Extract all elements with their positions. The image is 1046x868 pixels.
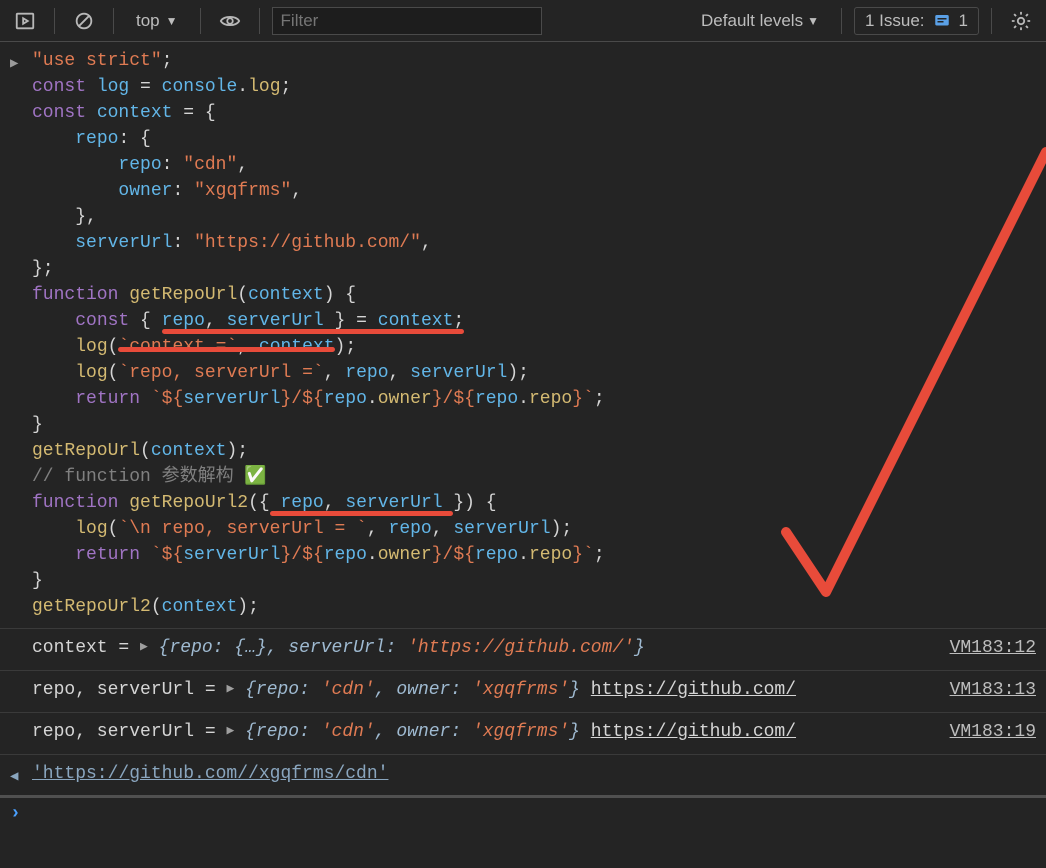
url-link[interactable]: https://github.com/ bbox=[591, 680, 796, 700]
disclosure-triangle-icon[interactable]: ▶ bbox=[226, 718, 234, 744]
issues-label: 1 Issue: bbox=[865, 11, 925, 31]
issue-icon bbox=[933, 12, 951, 30]
clear-console-button[interactable] bbox=[67, 6, 101, 36]
filter-container bbox=[272, 7, 542, 35]
console-log-row: VM183:13 repo, serverUrl = ▶ {repo: 'cdn… bbox=[0, 671, 1046, 713]
context-selector-label: top bbox=[136, 11, 160, 31]
source-link[interactable]: VM183:12 bbox=[950, 635, 1036, 661]
console-return-row: 'https://github.com//xgqfrms/cdn' bbox=[0, 755, 1046, 798]
separator bbox=[54, 8, 55, 34]
source-link[interactable]: VM183:19 bbox=[950, 719, 1036, 745]
issues-button[interactable]: 1 Issue: 1 bbox=[854, 7, 979, 35]
console-body: "use strict"; const log = console.log; c… bbox=[0, 42, 1046, 830]
input-chevron-icon bbox=[10, 51, 18, 77]
url-link[interactable]: https://github.com/ bbox=[591, 722, 796, 742]
issues-count: 1 bbox=[959, 11, 968, 31]
return-chevron-icon bbox=[10, 764, 18, 790]
source-link[interactable]: VM183:13 bbox=[950, 677, 1036, 703]
toggle-console-sidebar-button[interactable] bbox=[8, 6, 42, 36]
console-settings-button[interactable] bbox=[1004, 6, 1038, 36]
console-toolbar: top ▼ Default levels ▼ 1 Issue: 1 bbox=[0, 0, 1046, 42]
separator bbox=[113, 8, 114, 34]
disclosure-triangle-icon[interactable]: ▶ bbox=[140, 634, 148, 660]
log-prefix: context = bbox=[32, 638, 129, 658]
context-selector[interactable]: top ▼ bbox=[126, 6, 188, 36]
disclosure-triangle-icon[interactable]: ▶ bbox=[226, 676, 234, 702]
return-value[interactable]: 'https://github.com//xgqfrms/cdn' bbox=[32, 764, 388, 784]
live-expression-button[interactable] bbox=[213, 6, 247, 36]
gear-icon bbox=[1010, 10, 1032, 32]
console-input-row: "use strict"; const log = console.log; c… bbox=[0, 42, 1046, 629]
separator bbox=[259, 8, 260, 34]
log-prefix: repo, serverUrl = bbox=[32, 722, 216, 742]
console-prompt-row[interactable]: › bbox=[0, 798, 1046, 830]
console-log-row: VM183:12 context = ▶ {repo: {…}, serverU… bbox=[0, 629, 1046, 671]
log-object[interactable]: {repo: 'cdn', owner: 'xgqfrms'} bbox=[245, 680, 580, 700]
log-object[interactable]: {repo: 'cdn', owner: 'xgqfrms'} bbox=[245, 722, 580, 742]
chevron-down-icon: ▼ bbox=[166, 14, 178, 28]
prompt-chevron-icon: › bbox=[10, 804, 21, 824]
log-object[interactable]: {repo: {…}, serverUrl: 'https://github.c… bbox=[159, 638, 645, 658]
log-levels-label: Default levels bbox=[701, 11, 803, 31]
separator bbox=[991, 8, 992, 34]
ban-icon bbox=[73, 10, 95, 32]
log-prefix: repo, serverUrl = bbox=[32, 680, 216, 700]
log-levels-selector[interactable]: Default levels ▼ bbox=[691, 6, 829, 36]
play-in-box-icon bbox=[14, 10, 36, 32]
console-log-row: VM183:19 repo, serverUrl = ▶ {repo: 'cdn… bbox=[0, 713, 1046, 755]
source-code[interactable]: "use strict"; const log = console.log; c… bbox=[32, 48, 1036, 620]
separator bbox=[200, 8, 201, 34]
chevron-down-icon: ▼ bbox=[807, 14, 819, 28]
filter-input[interactable] bbox=[272, 7, 542, 35]
eye-icon bbox=[219, 10, 241, 32]
separator bbox=[841, 8, 842, 34]
